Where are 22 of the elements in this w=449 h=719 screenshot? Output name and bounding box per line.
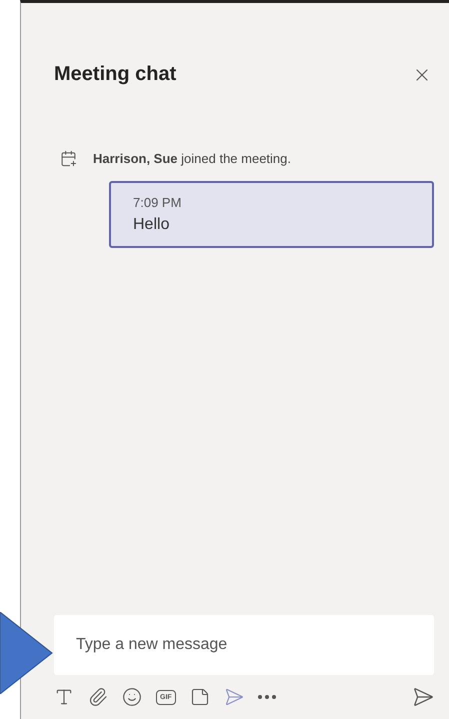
- more-icon: [258, 695, 276, 699]
- send-outline-icon: [224, 687, 244, 707]
- send-button[interactable]: [412, 686, 434, 708]
- more-button[interactable]: [258, 695, 276, 699]
- panel-title: Meeting chat: [54, 63, 176, 86]
- paperclip-icon: [88, 687, 108, 707]
- message-time: 7:09 PM: [133, 195, 182, 210]
- smiley-button[interactable]: [122, 687, 142, 707]
- arrow-icon: [0, 612, 53, 694]
- message-field[interactable]: Type a new message: [54, 615, 434, 675]
- calendar-icon: [60, 150, 77, 167]
- message-text: Hello: [133, 216, 170, 234]
- message-bubble[interactable]: 7:09 PM Hello: [109, 181, 434, 248]
- sticker-icon: [190, 687, 210, 707]
- send-icon: [412, 686, 434, 708]
- sticker-button[interactable]: [190, 687, 210, 707]
- format-icon: [54, 687, 74, 707]
- smiley-icon: [122, 687, 142, 707]
- event-text: Harrison, Sue joined the meeting.: [93, 151, 291, 166]
- paperclip-button[interactable]: [88, 687, 108, 707]
- format-button[interactable]: [54, 687, 74, 707]
- send-outline-button[interactable]: [224, 687, 244, 707]
